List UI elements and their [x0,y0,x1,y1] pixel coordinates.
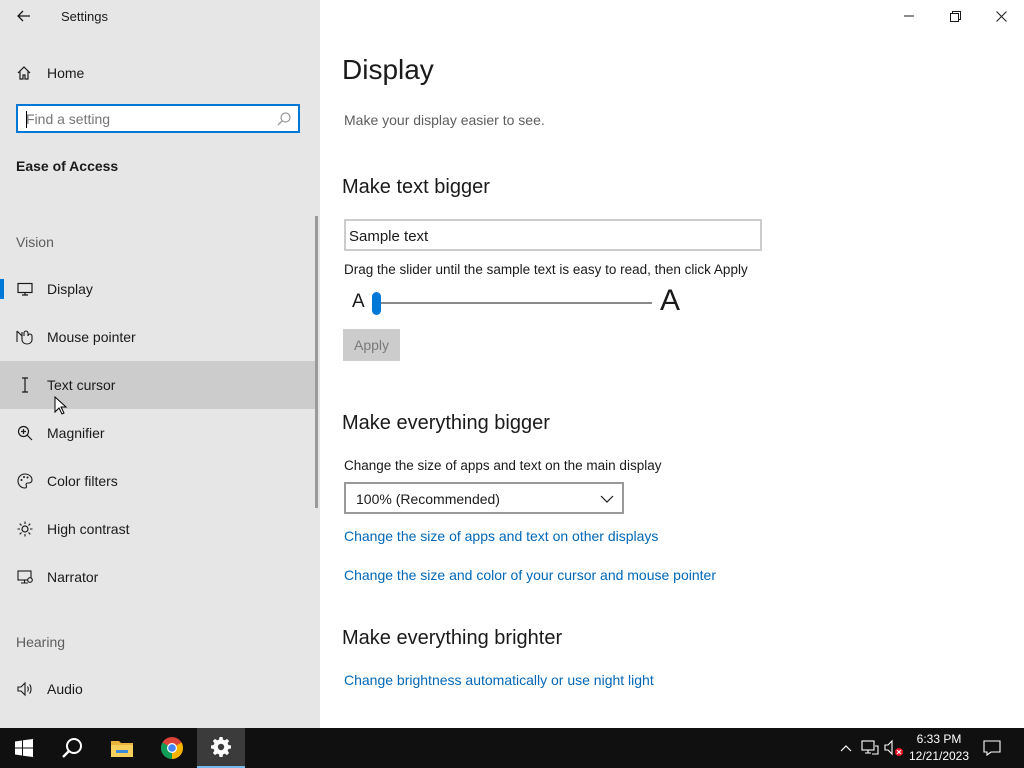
slider-max-label: A [660,284,681,317]
sample-text-box: Sample text [344,219,762,251]
chrome-button[interactable] [148,728,196,768]
sidebar-item-label: Display [47,281,93,297]
sidebar-item-mouse-pointer[interactable]: Mouse pointer [0,313,316,361]
action-center-button[interactable] [982,738,1002,758]
sidebar-item-label: Mouse pointer [47,329,136,345]
sidebar-item-label: Narrator [47,569,99,585]
windows-logo-icon [15,739,33,757]
search-box[interactable] [16,104,300,133]
group-label-hearing: Hearing [16,634,66,650]
close-button[interactable] [978,0,1024,32]
volume-button[interactable] [884,738,904,758]
taskbar-search-button[interactable] [48,728,96,768]
main-content: Display Make your display easier to see.… [320,0,1024,728]
color-filters-icon [16,472,34,490]
settings-taskbar-button[interactable] [197,728,245,768]
section-title: Ease of Access [16,158,119,174]
volume-muted-icon [884,739,903,756]
start-button[interactable] [0,728,48,768]
sidebar-item-label: Text cursor [47,377,116,393]
link-cursor-settings[interactable]: Change the size and color of your cursor… [344,567,716,583]
settings-sidebar: Settings Home Ease of Access Vision Disp… [0,0,320,728]
search-input[interactable] [26,109,266,129]
audio-icon [16,680,34,698]
sidebar-item-audio[interactable]: Audio [0,665,316,713]
slider-hint: Drag the slider until the sample text is… [344,262,748,277]
taskbar-clock[interactable]: 6:33 PM 12/21/2023 [906,731,972,765]
close-icon [995,10,1007,22]
text-size-slider-thumb[interactable] [372,292,381,315]
sidebar-item-label: Color filters [47,473,118,489]
sidebar-item-label: High contrast [47,521,130,537]
scale-label: Change the size of apps and text on the … [344,458,662,473]
sidebar-item-high-contrast[interactable]: High contrast [0,505,316,553]
sidebar-home[interactable]: Home [0,56,320,90]
sidebar-item-text-cursor[interactable]: Text cursor [0,361,316,409]
mouse-pointer-icon [16,328,34,346]
link-other-displays[interactable]: Change the size of apps and text on othe… [344,528,658,544]
link-brightness-night-light[interactable]: Change brightness automatically or use n… [344,672,654,688]
text-caret [26,111,27,128]
sidebar-scrollbar[interactable] [315,216,318,508]
sidebar-item-label: Audio [47,681,83,697]
network-icon [861,740,879,755]
show-hidden-icons-button[interactable] [836,738,856,758]
minimize-button[interactable] [886,0,932,32]
sidebar-item-color-filters[interactable]: Color filters [0,457,316,505]
restore-icon [949,10,961,22]
home-icon [16,64,34,82]
group-label-vision: Vision [16,234,54,250]
taskbar: 6:33 PM 12/21/2023 [0,728,1024,768]
scale-dropdown-value: 100% (Recommended) [356,491,500,507]
back-arrow-icon [17,10,30,22]
heading-make-everything-brighter: Make everything brighter [342,627,563,649]
magnifier-icon [16,424,34,442]
sidebar-item-narrator[interactable]: Narrator [0,553,316,601]
page-description: Make your display easier to see. [344,112,545,128]
heading-make-everything-bigger: Make everything bigger [342,412,550,434]
network-button[interactable] [860,738,880,758]
scale-dropdown[interactable]: 100% (Recommended) [344,482,624,514]
clock-date: 12/21/2023 [908,749,970,763]
chevron-down-icon [600,495,614,503]
sidebar-item-label: Magnifier [47,425,105,441]
search-icon [62,738,82,758]
sidebar-item-magnifier[interactable]: Magnifier [0,409,316,457]
text-size-slider-track[interactable] [376,302,652,304]
heading-make-text-bigger: Make text bigger [342,176,490,198]
search-icon [277,112,291,126]
high-contrast-icon [16,520,34,538]
back-button[interactable] [10,4,38,28]
monitor-icon [16,280,34,298]
minimize-icon [904,15,914,17]
sidebar-item-display[interactable]: Display [0,265,316,313]
gear-icon [211,737,231,757]
page-title: Display [342,54,434,85]
text-cursor-icon [16,376,34,394]
sidebar-home-label: Home [47,65,85,81]
folder-icon [111,741,133,757]
narrator-icon [16,568,34,586]
chevron-up-icon [840,745,852,752]
clock-time: 6:33 PM [916,732,962,746]
restore-button[interactable] [932,0,978,32]
chrome-icon [161,737,183,759]
slider-min-label: A [352,291,365,312]
file-explorer-button[interactable] [98,728,146,768]
notification-icon [983,740,1001,756]
window-title: Settings [61,9,108,24]
apply-button[interactable]: Apply [343,329,400,361]
mouse-cursor-icon [54,396,68,415]
